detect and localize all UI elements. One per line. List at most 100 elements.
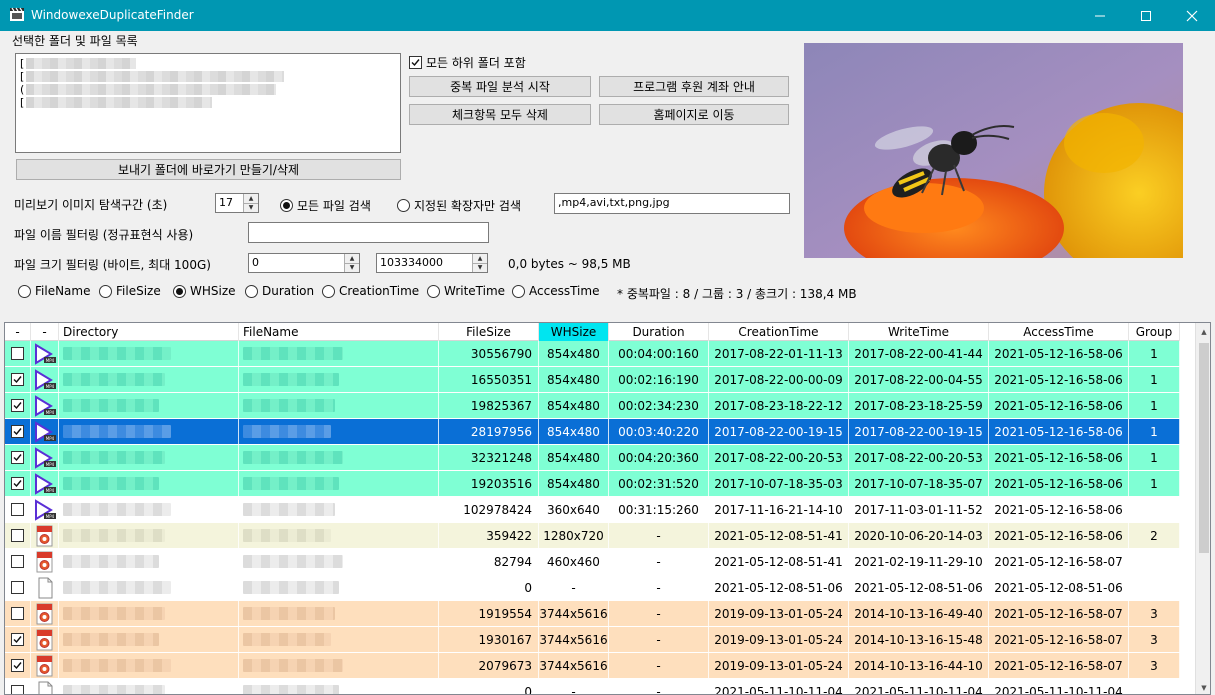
spin-up-icon[interactable]: ▲ bbox=[473, 254, 487, 263]
spin-down-icon[interactable]: ▼ bbox=[244, 202, 258, 212]
table-row[interactable]: 2079673 3744x5616-2019-09-13-01-05-24 2014… bbox=[5, 653, 1180, 679]
table-row[interactable]: MP4 28197956 854x480 00:03:40:220 2017-08-22… bbox=[5, 419, 1180, 445]
table-row[interactable]: MP4 19203516 854x480 00:02:31:520 2017-10-07… bbox=[5, 471, 1180, 497]
col-header-accesstime[interactable]: AccessTime bbox=[989, 323, 1129, 341]
cell-check[interactable] bbox=[5, 393, 31, 418]
minimize-button[interactable] bbox=[1077, 0, 1123, 31]
spin-down-icon[interactable]: ▼ bbox=[345, 262, 359, 272]
col-header-duration[interactable]: Duration bbox=[609, 323, 709, 341]
folder-list-item[interactable]: [ bbox=[20, 57, 136, 70]
cell-check[interactable] bbox=[5, 627, 31, 652]
col-header-writetime[interactable]: WriteTime bbox=[849, 323, 989, 341]
row-checkbox[interactable] bbox=[11, 607, 24, 620]
row-checkbox[interactable] bbox=[11, 529, 24, 542]
col-header-whsize[interactable]: WHSize bbox=[539, 323, 609, 341]
row-checkbox[interactable] bbox=[11, 373, 24, 386]
row-checkbox[interactable] bbox=[11, 451, 24, 464]
homepage-button[interactable]: 홈페이지로 이동 bbox=[599, 104, 789, 125]
row-checkbox[interactable] bbox=[11, 477, 24, 490]
folder-list[interactable]: [ [ ( [ bbox=[15, 53, 401, 153]
table-row[interactable]: 1930167 3744x5616-2019-09-13-01-05-24 2014… bbox=[5, 627, 1180, 653]
preview-interval-stepper[interactable]: 17 ▲ ▼ bbox=[215, 193, 259, 213]
cell-check[interactable] bbox=[5, 679, 31, 694]
name-filter-input[interactable] bbox=[248, 222, 489, 243]
row-checkbox[interactable] bbox=[11, 659, 24, 672]
table-row[interactable]: MP4 16550351 854x480 00:02:16:190 2017-08-22… bbox=[5, 367, 1180, 393]
cell-check[interactable] bbox=[5, 523, 31, 548]
col-header-filesize[interactable]: FileSize bbox=[439, 323, 539, 341]
compare-accesstime-option[interactable]: AccessTime bbox=[512, 284, 599, 298]
include-subfolders-option[interactable]: 모든 하위 폴더 포함 bbox=[409, 54, 526, 71]
compare-creationtime-option[interactable]: CreationTime bbox=[322, 284, 419, 298]
table-row[interactable]: MP4 102978424 360x640 00:31:15:260 2017-11-1… bbox=[5, 497, 1180, 523]
row-checkbox[interactable] bbox=[11, 633, 24, 646]
compare-filename-option[interactable]: FileName bbox=[18, 284, 90, 298]
cell-check[interactable] bbox=[5, 653, 31, 678]
extensions-input[interactable]: ,mp4,avi,txt,png,jpg bbox=[554, 193, 790, 214]
table-row[interactable]: 0- -2021-05-11-10-11-04 2021-05-11-10-11-0… bbox=[5, 679, 1180, 694]
cell-check[interactable] bbox=[5, 367, 31, 392]
compare-whsize-option[interactable]: WHSize bbox=[173, 284, 236, 298]
compare-creationtime-radio[interactable] bbox=[322, 284, 335, 298]
row-checkbox[interactable] bbox=[11, 425, 24, 438]
size-max-stepper[interactable]: 103334000 ▲ ▼ bbox=[376, 253, 488, 273]
delete-checked-button[interactable]: 체크항목 모두 삭제 bbox=[409, 104, 591, 125]
compare-filename-radio[interactable] bbox=[18, 284, 31, 298]
compare-duration-option[interactable]: Duration bbox=[245, 284, 314, 298]
spin-down-icon[interactable]: ▼ bbox=[473, 262, 487, 272]
col-header-check[interactable]: - bbox=[5, 323, 31, 341]
cell-check[interactable] bbox=[5, 419, 31, 444]
cell-check[interactable] bbox=[5, 575, 31, 600]
cell-check[interactable] bbox=[5, 341, 31, 366]
search-all-option[interactable]: 모든 파일 검색 bbox=[280, 197, 371, 214]
table-row[interactable]: MP4 32321248 854x480 00:04:20:360 2017-08-22… bbox=[5, 445, 1180, 471]
compare-writetime-radio[interactable] bbox=[427, 284, 440, 298]
donate-button[interactable]: 프로그램 후원 계좌 안내 bbox=[599, 76, 789, 97]
search-all-radio[interactable] bbox=[280, 199, 293, 212]
table-row[interactable]: MP4 30556790 854x480 00:04:00:160 2017-08-22… bbox=[5, 341, 1180, 367]
compare-duration-radio[interactable] bbox=[245, 284, 258, 298]
col-header-filename[interactable]: FileName bbox=[239, 323, 439, 341]
col-header-creationtime[interactable]: CreationTime bbox=[709, 323, 849, 341]
compare-accesstime-radio[interactable] bbox=[512, 284, 525, 298]
table-row[interactable]: 359422 1280x720-2021-05-12-08-51-41 2020-1… bbox=[5, 523, 1180, 549]
cell-check[interactable] bbox=[5, 497, 31, 522]
row-checkbox[interactable] bbox=[11, 503, 24, 516]
scroll-up-icon[interactable]: ▲ bbox=[1196, 323, 1210, 340]
col-header-directory[interactable]: Directory bbox=[59, 323, 239, 341]
close-button[interactable] bbox=[1169, 0, 1215, 31]
maximize-button[interactable] bbox=[1123, 0, 1169, 31]
cell-check[interactable] bbox=[5, 601, 31, 626]
table-row[interactable]: 82794 460x460-2021-05-12-08-51-41 2021-02-… bbox=[5, 549, 1180, 575]
include-subfolders-checkbox[interactable] bbox=[409, 56, 422, 69]
row-checkbox[interactable] bbox=[11, 685, 24, 694]
row-checkbox[interactable] bbox=[11, 347, 24, 360]
col-header-icon[interactable]: - bbox=[31, 323, 59, 341]
analyze-button[interactable]: 중복 파일 분석 시작 bbox=[409, 76, 591, 97]
spin-up-icon[interactable]: ▲ bbox=[244, 194, 258, 203]
cell-check[interactable] bbox=[5, 445, 31, 470]
table-row[interactable]: MP4 19825367 854x480 00:02:34:230 2017-08-23… bbox=[5, 393, 1180, 419]
size-min-stepper[interactable]: 0 ▲ ▼ bbox=[248, 253, 360, 273]
table-row[interactable]: 0- -2021-05-12-08-51-06 2021-05-12-08-51-0… bbox=[5, 575, 1180, 601]
scroll-thumb[interactable] bbox=[1199, 343, 1209, 553]
scroll-down-icon[interactable]: ▼ bbox=[1196, 679, 1210, 694]
spin-up-icon[interactable]: ▲ bbox=[345, 254, 359, 263]
results-grid[interactable]: - - Directory FileName FileSize WHSize D… bbox=[4, 322, 1211, 695]
folder-list-item[interactable]: [ bbox=[20, 70, 284, 83]
cell-check[interactable] bbox=[5, 471, 31, 496]
grid-vertical-scrollbar[interactable]: ▲ ▼ bbox=[1195, 323, 1210, 694]
compare-filesize-radio[interactable] bbox=[99, 284, 112, 298]
cell-check[interactable] bbox=[5, 549, 31, 574]
row-checkbox[interactable] bbox=[11, 581, 24, 594]
compare-filesize-option[interactable]: FileSize bbox=[99, 284, 161, 298]
search-ext-radio[interactable] bbox=[397, 199, 410, 212]
search-ext-option[interactable]: 지정된 확장자만 검색 bbox=[397, 197, 521, 214]
sendto-shortcut-button[interactable]: 보내기 폴더에 바로가기 만들기/삭제 bbox=[16, 159, 401, 180]
folder-list-item[interactable]: [ bbox=[20, 96, 212, 109]
table-row[interactable]: 1919554 3744x5616-2019-09-13-01-05-24 2014… bbox=[5, 601, 1180, 627]
compare-whsize-radio[interactable] bbox=[173, 284, 186, 298]
folder-list-item[interactable]: ( bbox=[20, 83, 276, 96]
row-checkbox[interactable] bbox=[11, 399, 24, 412]
row-checkbox[interactable] bbox=[11, 555, 24, 568]
